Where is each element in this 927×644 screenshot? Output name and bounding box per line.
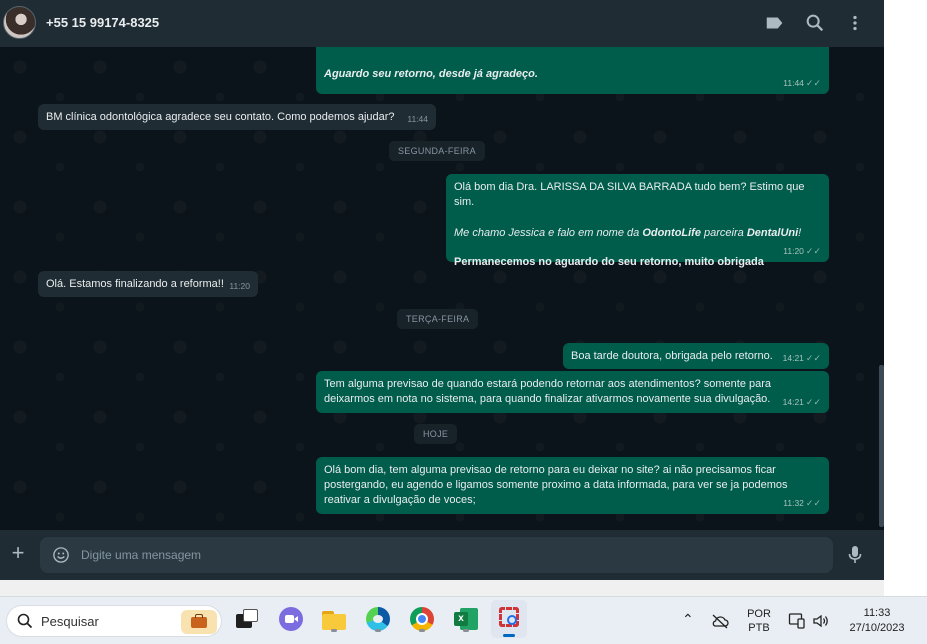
date-separator: TERÇA-FEIRA [397, 309, 479, 329]
date-separator: SEGUNDA-FEIRA [389, 141, 485, 161]
cloud-offline-icon[interactable] [711, 613, 729, 629]
double-check-icon: ✓✓ [805, 397, 821, 407]
message-outgoing[interactable]: Olá bom dia, tem alguma previsao de reto… [316, 457, 829, 514]
composer: + [0, 530, 884, 580]
excel-icon[interactable]: x [452, 605, 480, 633]
search-icon [17, 613, 33, 629]
double-check-icon: ✓✓ [805, 78, 821, 88]
clock[interactable]: 11:33 27/10/2023 [840, 606, 914, 636]
whatsapp-window: +55 15 99174-8325 Aguardo seu retorno, d… [0, 0, 884, 580]
brand-name: OdontoLife [642, 227, 701, 239]
message-time: 14:21 [782, 353, 804, 363]
message-line: postergando, eu agendo e ligamos somente… [324, 479, 788, 491]
message-time: 11:44 [407, 114, 428, 124]
message-line: deixarmos em nota no sistema, para quand… [324, 393, 771, 405]
message-incoming[interactable]: Olá. Estamos finalizando a reforma!! 11:… [38, 271, 258, 297]
message-text: BM clínica odontológica agradece seu con… [46, 111, 395, 123]
edge-icon[interactable] [364, 605, 392, 633]
avatar[interactable] [3, 6, 36, 39]
chevron-up-icon[interactable]: ⌃ [682, 611, 694, 628]
clock-time: 11:33 [863, 607, 891, 619]
message-incoming[interactable]: BM clínica odontológica agradece seu con… [38, 104, 436, 130]
message-meta: 11:32 ✓✓ [783, 496, 821, 511]
message-text: Olá. Estamos finalizando a reforma!! [46, 278, 224, 290]
mic-icon[interactable] [847, 545, 863, 565]
search-label: Pesquisar [41, 614, 99, 629]
message-line: Olá bom dia, tem alguma previsao de reto… [324, 464, 776, 476]
keyboard-layout: PTB [748, 622, 770, 634]
message-time: 11:32 [783, 498, 804, 508]
task-view-icon[interactable] [233, 605, 261, 633]
message-line: Olá bom dia Dra. LARISSA DA SILVA BARRAD… [454, 181, 805, 208]
emoji-icon[interactable] [52, 546, 70, 564]
file-explorer-icon[interactable] [320, 605, 348, 633]
label-icon[interactable] [764, 12, 786, 34]
message-meta: 14:21 ✓✓ [783, 351, 821, 366]
message-line: Me chamo Jessica e falo em nome da Odont… [454, 226, 821, 241]
windows-taskbar: Pesquisar x ⌃ POR PTB 11:33 27/10/2023 [0, 596, 927, 644]
message-time: 11:20 [229, 281, 250, 291]
message-outgoing[interactable]: Olá bom dia Dra. LARISSA DA SILVA BARRAD… [446, 174, 829, 268]
language-indicator[interactable]: POR PTB [744, 607, 774, 635]
message-meta: 11:20 ✓✓ [783, 244, 821, 259]
message-time: 11:20 [783, 246, 804, 256]
message-outgoing[interactable]: Boa tarde doutora, obrigada pelo retorno… [563, 343, 829, 369]
message-text: Boa tarde doutora, obrigada pelo retorno… [571, 350, 773, 362]
message-line: reativar a divulgação de voces; [324, 494, 476, 506]
snipping-tool-active[interactable] [491, 600, 527, 638]
message-meta: 14:21 ✓✓ [783, 395, 821, 410]
plus-icon[interactable]: + [8, 542, 28, 564]
message-outgoing[interactable]: Tem alguma previsao de quando estará pod… [316, 371, 829, 413]
message-line: Tem alguma previsao de quando estará pod… [324, 378, 772, 390]
message-time: 11:44 [783, 78, 804, 88]
message-input[interactable] [81, 547, 781, 563]
brand-name: DentalUni [746, 227, 799, 239]
message-text: ! [798, 227, 802, 239]
date-separator: HOJE [414, 424, 458, 444]
message-meta: 11:44 ✓✓ [783, 76, 821, 91]
double-check-icon: ✓✓ [805, 353, 821, 363]
briefcase-icon[interactable] [181, 610, 217, 634]
message-line: Permanecemos no aguardo do seu retorno, … [454, 256, 764, 268]
message-text: Aguardo seu retorno, desde já agradeço. [324, 68, 538, 80]
clock-date: 27/10/2023 [849, 622, 905, 634]
double-check-icon: ✓✓ [805, 246, 821, 256]
message-outgoing[interactable]: Aguardo seu retorno, desde já agradeço. … [316, 47, 829, 94]
device-icon[interactable] [788, 612, 806, 630]
volume-icon[interactable] [812, 612, 830, 630]
language-code: POR [747, 608, 771, 620]
chrome-icon[interactable] [408, 605, 436, 633]
message-list[interactable]: Aguardo seu retorno, desde já agradeço. … [0, 47, 884, 530]
contact-name[interactable]: +55 15 99174-8325 [46, 15, 159, 30]
teams-meeting-icon[interactable] [277, 605, 305, 633]
search-icon[interactable] [804, 12, 826, 34]
message-time: 14:21 [782, 397, 804, 407]
message-text: parceira [700, 227, 747, 239]
message-box [40, 537, 833, 573]
double-check-icon: ✓✓ [805, 498, 821, 508]
desktop-background [884, 0, 927, 596]
chat-header: +55 15 99174-8325 [0, 0, 884, 47]
taskbar-search[interactable]: Pesquisar [6, 605, 222, 637]
message-text: Me chamo Jessica e falo em nome da [454, 227, 643, 239]
menu-icon[interactable] [844, 12, 866, 34]
